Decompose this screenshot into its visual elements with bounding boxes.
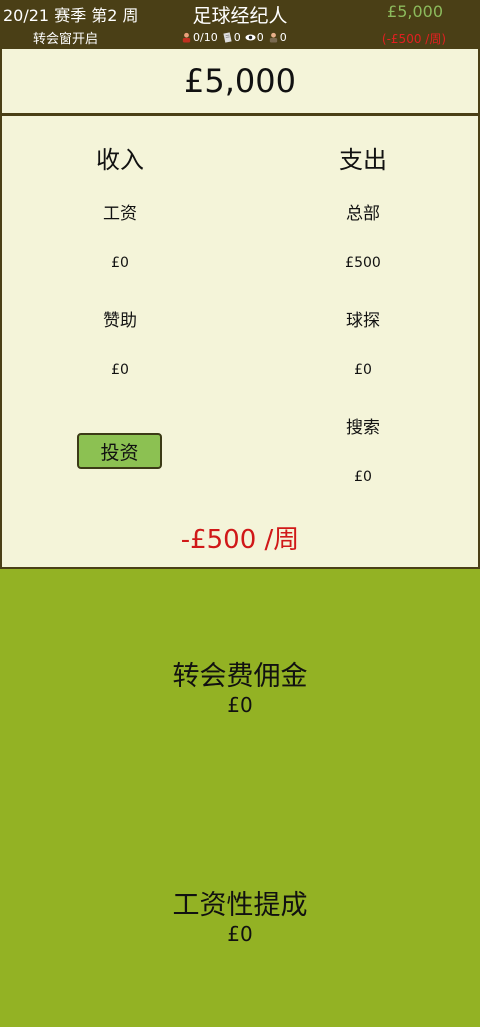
transfer-fee-commission-label: 转会费佣金 (172, 661, 308, 692)
wage-commission-value: £0 (227, 922, 253, 946)
header-money: £5,000 (387, 2, 443, 21)
wage-commission-label: 工资性提成 (172, 890, 308, 921)
expense-item-search-value: £0 (354, 469, 372, 485)
staff-count: 0 (279, 31, 287, 44)
contracts-stat: 0 (222, 31, 241, 44)
finance-ledger: 收入 工资 £0 赞助 £0 投资 支出 总部 £500 球探 £0 搜索 £0… (0, 116, 480, 567)
stats-row: 0/10 0 0 0 (181, 31, 289, 44)
scouts-stat: 0 (245, 31, 264, 44)
header-weekly-rate: (-£500 /周) (381, 32, 446, 46)
invest-button[interactable]: 投资 (77, 433, 162, 469)
transfer-fee-commission-value: £0 (227, 693, 253, 717)
expense-item-search-label: 搜索 (346, 418, 380, 438)
balance-display: £5,000 (0, 49, 480, 116)
balance-value: £5,000 (184, 62, 296, 100)
transfer-window-status: 转会窗开启 (33, 32, 99, 47)
players-stat: 0/10 (181, 31, 218, 44)
contract-icon (223, 32, 232, 43)
top-status-bar: 20/21 赛季 第2 周 转会窗开启 足球经纪人 0/10 0 0 0 £5,… (0, 0, 480, 49)
expense-heading: 支出 (339, 146, 387, 174)
scouts-count: 0 (256, 31, 264, 44)
staff-stat: 0 (268, 31, 287, 44)
staff-icon (269, 32, 277, 43)
income-item-wages-value: £0 (111, 255, 129, 271)
income-heading: 收入 (96, 146, 144, 174)
income-item-wages-label: 工资 (103, 204, 137, 224)
contracts-count: 0 (233, 31, 241, 44)
eye-icon (245, 34, 256, 41)
expense-item-scouts-label: 球探 (346, 311, 380, 331)
expense-item-hq-label: 总部 (346, 204, 380, 224)
net-weekly-total: -£500 /周 (180, 525, 300, 555)
income-item-sponsorship-label: 赞助 (103, 311, 137, 331)
commission-panel: 转会费佣金 £0 工资性提成 £0 (0, 567, 480, 1027)
income-item-sponsorship-value: £0 (111, 362, 129, 378)
expense-item-hq-value: £500 (345, 255, 381, 271)
expense-item-scouts-value: £0 (354, 362, 372, 378)
players-count: 0/10 (193, 31, 218, 44)
player-icon (182, 32, 191, 43)
